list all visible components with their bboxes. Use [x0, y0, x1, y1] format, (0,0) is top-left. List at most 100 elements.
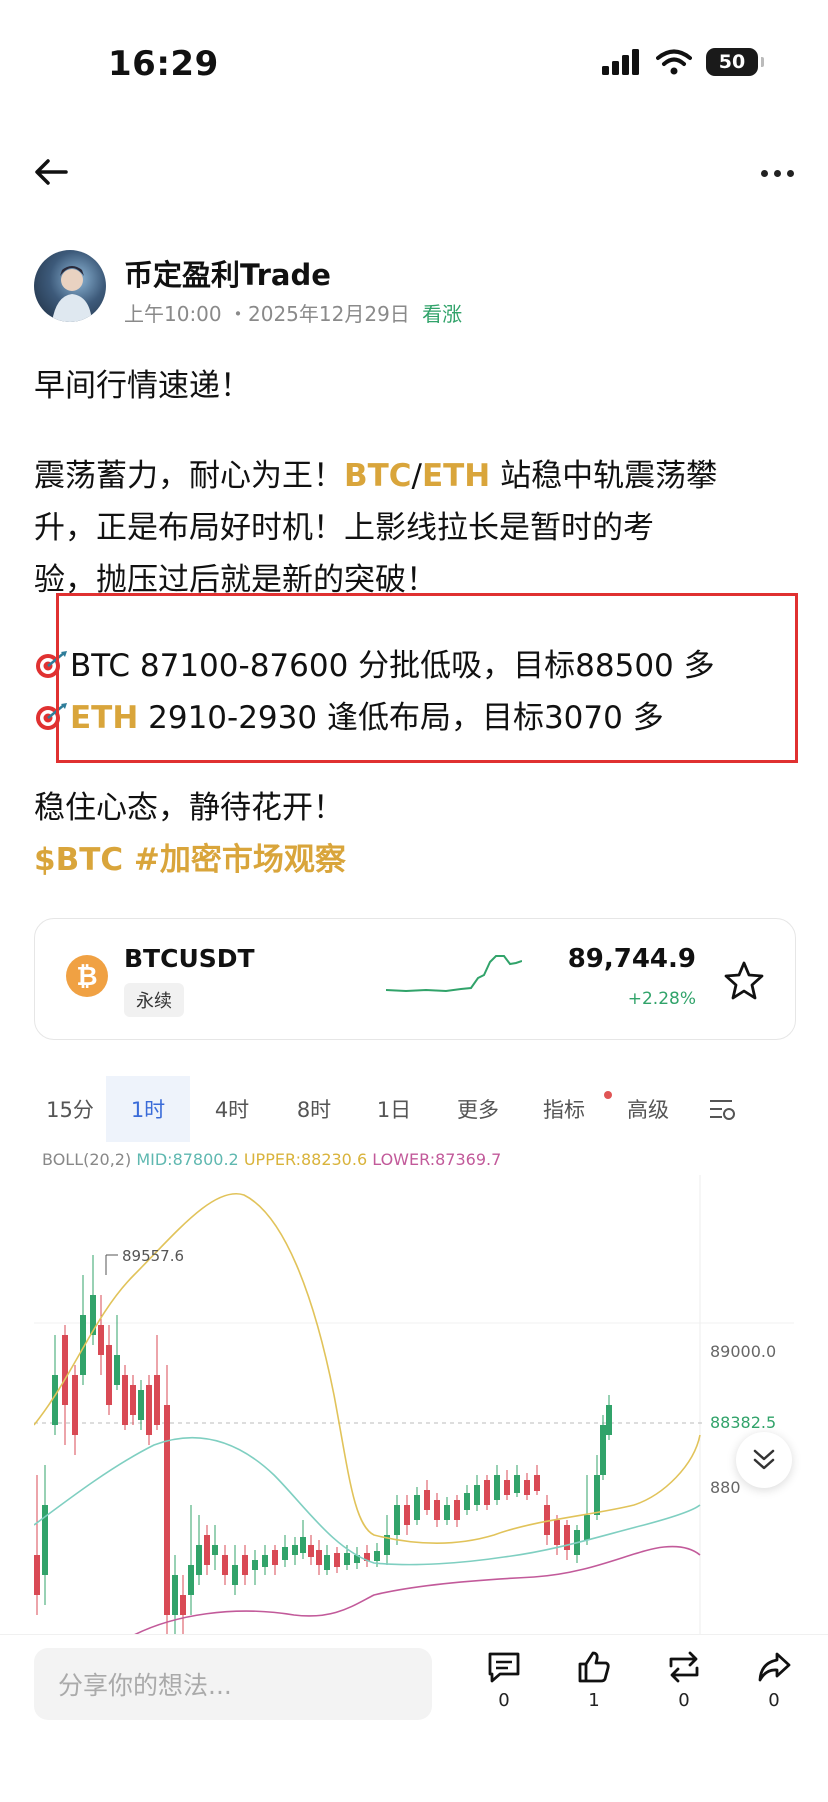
candle-body	[164, 1405, 170, 1615]
candle-body	[98, 1325, 104, 1355]
author-name[interactable]: 币定盈利Trade	[124, 252, 331, 294]
eth-mention[interactable]: ETH	[422, 458, 490, 494]
candle-body	[232, 1565, 238, 1585]
candle-body	[62, 1335, 68, 1405]
candle-body	[374, 1551, 380, 1561]
candle-body	[106, 1345, 112, 1405]
high-price-label: 89557.6	[122, 1247, 184, 1265]
candle-body	[188, 1565, 194, 1595]
candle-body	[130, 1385, 136, 1415]
tab-4h[interactable]: 4时	[190, 1076, 274, 1142]
candle-body	[334, 1553, 340, 1567]
ticker-symbol: BTCUSDT	[124, 944, 255, 973]
candle-body	[308, 1545, 314, 1557]
signal-icon	[602, 49, 639, 75]
tab-1d[interactable]: 1日	[354, 1076, 434, 1142]
candle-body	[444, 1505, 450, 1520]
post-text-cont: 站稳中轨震荡攀	[490, 458, 718, 494]
candle-body	[272, 1550, 278, 1565]
comment-icon	[488, 1652, 520, 1683]
candlestick-chart[interactable]: 89557.6 89000.0 88382.5 880	[34, 1175, 794, 1635]
candle-body	[584, 1515, 590, 1540]
indicator-dot	[604, 1091, 612, 1099]
hashtags[interactable]: $BTC #加密市场观察	[34, 834, 794, 886]
boll-legend: BOLL(20,2) MID:87800.2 UPPER:88230.6 LOW…	[42, 1150, 501, 1169]
candle-body	[90, 1295, 96, 1335]
comment-button[interactable]: 0	[474, 1650, 534, 1711]
candle-body	[474, 1485, 480, 1505]
candle-body	[262, 1555, 268, 1567]
battery-icon: 50	[706, 48, 764, 76]
candle-body	[316, 1550, 322, 1565]
boll-mid: MID:87800.2	[136, 1150, 239, 1169]
tab-1h[interactable]: 1时	[106, 1076, 190, 1142]
chart-settings-icon[interactable]	[690, 1076, 754, 1142]
candle-body	[292, 1545, 298, 1555]
boll-lower: LOWER:87369.7	[372, 1150, 502, 1169]
repost-icon	[669, 1651, 699, 1683]
scroll-down-button[interactable]	[736, 1432, 792, 1488]
sentiment-tag: 看涨	[422, 302, 463, 326]
bitcoin-icon: ₿	[66, 955, 108, 997]
candle-body	[524, 1480, 530, 1495]
candle-body	[424, 1490, 430, 1510]
wifi-icon	[656, 49, 692, 75]
tab-more[interactable]: 更多	[434, 1076, 522, 1142]
candle-body	[300, 1537, 306, 1553]
current-price-label: 88382.5	[710, 1413, 776, 1432]
candle-body	[196, 1545, 202, 1575]
candle-body	[146, 1385, 152, 1435]
post-line-intro: 早间行情速递！	[34, 368, 251, 404]
tab-8h[interactable]: 8时	[274, 1076, 354, 1142]
candle-body	[484, 1480, 490, 1505]
candle-body	[324, 1555, 330, 1570]
post-meta: 上午10:00 ・2025年12月29日 看涨	[124, 298, 462, 327]
candle-body	[404, 1505, 410, 1525]
like-count: 1	[588, 1690, 600, 1711]
more-options-icon[interactable]	[761, 170, 794, 177]
post-closing: 稳住心态，静待花开！	[34, 790, 344, 826]
candle-body	[282, 1547, 288, 1560]
back-arrow-icon[interactable]	[32, 152, 72, 192]
tab-indicators[interactable]: 指标	[522, 1076, 606, 1142]
candle-body	[114, 1355, 120, 1385]
comment-input[interactable]: 分享你的想法...	[34, 1648, 432, 1720]
contract-type-badge: 永续	[124, 983, 184, 1017]
candle-body	[242, 1555, 248, 1575]
tab-advanced[interactable]: 高级	[606, 1076, 690, 1142]
sparkline	[386, 955, 522, 993]
candle-body	[606, 1405, 612, 1435]
avatar[interactable]	[34, 250, 106, 322]
like-button[interactable]: 1	[564, 1650, 624, 1711]
candle-body	[212, 1545, 218, 1555]
highlight-box	[56, 593, 798, 763]
share-count: 0	[768, 1690, 780, 1711]
candle-body	[72, 1375, 78, 1435]
status-time: 16:29	[108, 44, 219, 84]
candle-body	[172, 1575, 178, 1615]
thumbs-up-icon	[578, 1651, 610, 1683]
repost-button[interactable]: 0	[654, 1650, 714, 1711]
post-time: 上午10:00	[124, 302, 222, 326]
candle-body	[138, 1390, 144, 1420]
candle-body	[414, 1495, 420, 1520]
candle-body	[34, 1555, 40, 1595]
favorite-star-icon[interactable]	[724, 960, 764, 1000]
boll-lower-line	[133, 1545, 701, 1635]
candle-body	[180, 1595, 186, 1615]
candle-body	[204, 1535, 210, 1565]
post-text-line2: 升，正是布局好时机！上影线拉长是暂时的考	[34, 510, 654, 546]
tab-15m[interactable]: 15分	[34, 1076, 106, 1142]
ticker-price: 89,744.9	[567, 944, 696, 974]
candle-body	[464, 1493, 470, 1510]
repost-count: 0	[678, 1690, 690, 1711]
candle-body	[534, 1475, 540, 1491]
candle-body	[344, 1553, 350, 1565]
share-button[interactable]: 0	[744, 1650, 804, 1711]
post-paragraph: 震荡蓄力，耐心为王！BTC/ETH 站稳中轨震荡攀 升，正是布局好时机！上影线拉…	[34, 450, 794, 606]
ticker-change: +2.28%	[627, 989, 696, 1009]
candle-body	[514, 1475, 520, 1493]
post-text: 震荡蓄力，耐心为王！	[34, 458, 344, 494]
chevron-double-down-icon	[753, 1449, 775, 1470]
btc-mention[interactable]: BTC	[344, 458, 412, 494]
